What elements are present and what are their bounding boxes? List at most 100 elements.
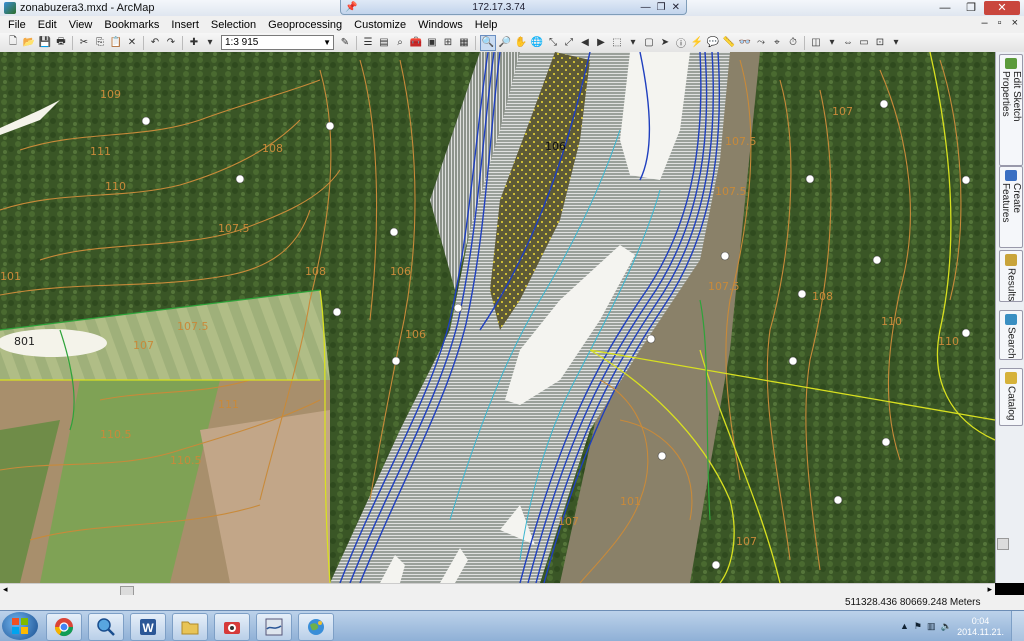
html-popup-icon[interactable]: 💬 — [706, 36, 720, 50]
taskbar-arcgis-explorer[interactable] — [88, 613, 124, 641]
undo-icon[interactable]: ↶ — [148, 36, 162, 50]
menu-view[interactable]: View — [63, 19, 99, 31]
tab-search[interactable]: Search — [999, 310, 1023, 360]
taskbar-chrome[interactable] — [46, 613, 82, 641]
menu-geoprocessing[interactable]: Geoprocessing — [262, 19, 348, 31]
table-of-contents-icon[interactable]: ☰ — [361, 36, 375, 50]
contour-label: 110.5 — [100, 428, 132, 441]
maximize-button[interactable]: ❐ — [958, 1, 984, 15]
new-document-icon[interactable]: 🗋 — [6, 36, 20, 50]
go-to-xy-icon[interactable]: ⌖ — [770, 36, 784, 50]
show-desktop-button[interactable] — [1011, 611, 1024, 641]
forward-arrow-icon[interactable]: ▶ — [594, 36, 608, 50]
python-window-icon[interactable]: ▣ — [425, 36, 439, 50]
taskbar-file-explorer[interactable] — [172, 613, 208, 641]
tab-create-features[interactable]: Create Features — [999, 166, 1023, 248]
cut-icon[interactable]: ✂ — [77, 36, 91, 50]
select-features-icon[interactable]: ⬚ — [610, 36, 624, 50]
scroll-left-arrow-icon[interactable]: ◂ — [3, 584, 8, 595]
menu-file[interactable]: File — [0, 19, 32, 31]
inner-minimize-button[interactable]: – — [982, 17, 988, 29]
start-button[interactable] — [2, 612, 38, 640]
system-clock[interactable]: 0:04 2014.11.21. — [957, 616, 1004, 638]
contour-label: 111 — [90, 145, 111, 158]
search-window-icon[interactable]: ⌕ — [393, 36, 407, 50]
vertical-scrollbar-thumb[interactable] — [997, 538, 1009, 550]
menu-bar: File Edit View Bookmarks Insert Selectio… — [0, 16, 1024, 33]
print-icon[interactable]: 🖶 — [54, 36, 68, 50]
menu-help[interactable]: Help — [469, 19, 504, 31]
menu-selection[interactable]: Selection — [205, 19, 262, 31]
redo-icon[interactable]: ↷ — [164, 36, 178, 50]
time-slider-icon[interactable]: ⏱ — [786, 36, 800, 50]
measure-icon[interactable]: 📏 — [722, 36, 736, 50]
chevron-down-icon[interactable]: ▾ — [889, 36, 903, 50]
menu-edit[interactable]: Edit — [32, 19, 63, 31]
map-display[interactable]: 109 111 108 110 107.5 108 107.5 107 110.… — [0, 52, 995, 583]
fixed-zoom-in-icon[interactable]: ⤡ — [546, 36, 560, 50]
find-route-icon[interactable]: ⤳ — [754, 36, 768, 50]
chevron-down-icon[interactable]: ▾ — [203, 36, 217, 50]
taskbar-arcgis[interactable] — [298, 613, 334, 641]
zoom-out-icon[interactable]: 🔎 — [498, 36, 512, 50]
magnifier-icon[interactable]: ⊡ — [873, 36, 887, 50]
tab-results[interactable]: Results — [999, 250, 1023, 302]
contour-label: 107 — [558, 515, 579, 528]
taskbar-word[interactable]: W — [130, 613, 166, 641]
close-button[interactable]: ✕ — [984, 1, 1020, 15]
status-bar: 511328.436 80669.248 Meters — [0, 595, 1024, 610]
map-scale-dropdown[interactable]: 1:3 915 ▼ — [221, 35, 334, 50]
layout-icon[interactable]: ▦ — [457, 36, 471, 50]
zoom-in-icon[interactable]: 🔍 — [480, 34, 496, 51]
chevron-down-icon[interactable]: ▾ — [825, 36, 839, 50]
contour-label: 101 — [620, 495, 641, 508]
arctoolbox-icon[interactable]: 🧰 — [409, 36, 423, 50]
full-extent-globe-icon[interactable]: 🌐 — [530, 36, 544, 50]
hyperlink-icon[interactable]: ⚡ — [690, 36, 704, 50]
open-folder-icon[interactable]: 📂 — [22, 36, 36, 50]
delete-icon[interactable]: ✕ — [125, 36, 139, 50]
minimize-button[interactable]: — — [932, 1, 958, 15]
select-elements-arrow-icon[interactable]: ➤ — [658, 36, 672, 50]
remote-close-icon[interactable]: ✕ — [672, 2, 680, 13]
inner-restore-button[interactable]: ▫ — [998, 17, 1002, 29]
menu-insert[interactable]: Insert — [165, 19, 205, 31]
taskbar: W ▲ ⚑ ▥ 🔈 0:04 2014.11.21. — [0, 610, 1024, 641]
taskbar-camera[interactable] — [214, 613, 250, 641]
save-icon[interactable]: 💾 — [38, 36, 52, 50]
overview-icon[interactable]: ▭ — [857, 36, 871, 50]
contour-label: 110 — [105, 180, 126, 193]
volume-icon[interactable]: 🔈 — [941, 621, 952, 632]
identify-icon[interactable]: ⓘ — [674, 36, 688, 50]
back-arrow-icon[interactable]: ◀ — [578, 36, 592, 50]
contour-label: 110 — [938, 335, 959, 348]
catalog-window-icon[interactable]: ▤ — [377, 36, 391, 50]
clear-selection-icon[interactable]: ▢ — [642, 36, 656, 50]
find-binoculars-icon[interactable]: 👓 — [738, 36, 752, 50]
show-hidden-icons-icon[interactable]: ▲ — [900, 621, 909, 632]
scroll-right-arrow-icon[interactable]: ▸ — [987, 584, 992, 595]
pin-icon[interactable]: 📌 — [345, 2, 357, 13]
pan-hand-icon[interactable]: ✋ — [514, 36, 528, 50]
flag-icon[interactable]: ⚑ — [914, 621, 922, 632]
fixed-zoom-out-icon[interactable]: ⤢ — [562, 36, 576, 50]
remote-restore-icon[interactable]: ❐ — [657, 2, 666, 13]
model-builder-icon[interactable]: ⊞ — [441, 36, 455, 50]
tab-edit-sketch-properties[interactable]: Edit Sketch Properties — [999, 54, 1023, 166]
layer-swipe-icon[interactable]: ⇔ — [841, 36, 855, 50]
copy-icon[interactable]: ⎘ — [93, 36, 107, 50]
inner-close-button[interactable]: × — [1012, 17, 1018, 29]
editor-toolbar-icon[interactable]: ✎ — [338, 36, 352, 50]
add-data-icon[interactable]: ✚ — [187, 36, 201, 50]
taskbar-hec-ras[interactable] — [256, 613, 292, 641]
arcgis-globe-icon — [308, 619, 324, 635]
chevron-down-icon[interactable]: ▾ — [626, 36, 640, 50]
remote-minimize-icon[interactable]: — — [641, 2, 651, 13]
network-icon[interactable]: ▥ — [927, 621, 936, 632]
menu-bookmarks[interactable]: Bookmarks — [98, 19, 165, 31]
menu-windows[interactable]: Windows — [412, 19, 469, 31]
tab-catalog[interactable]: Catalog — [999, 368, 1023, 426]
paste-icon[interactable]: 📋 — [109, 36, 123, 50]
create-viewer-icon[interactable]: ◫ — [809, 36, 823, 50]
menu-customize[interactable]: Customize — [348, 19, 412, 31]
